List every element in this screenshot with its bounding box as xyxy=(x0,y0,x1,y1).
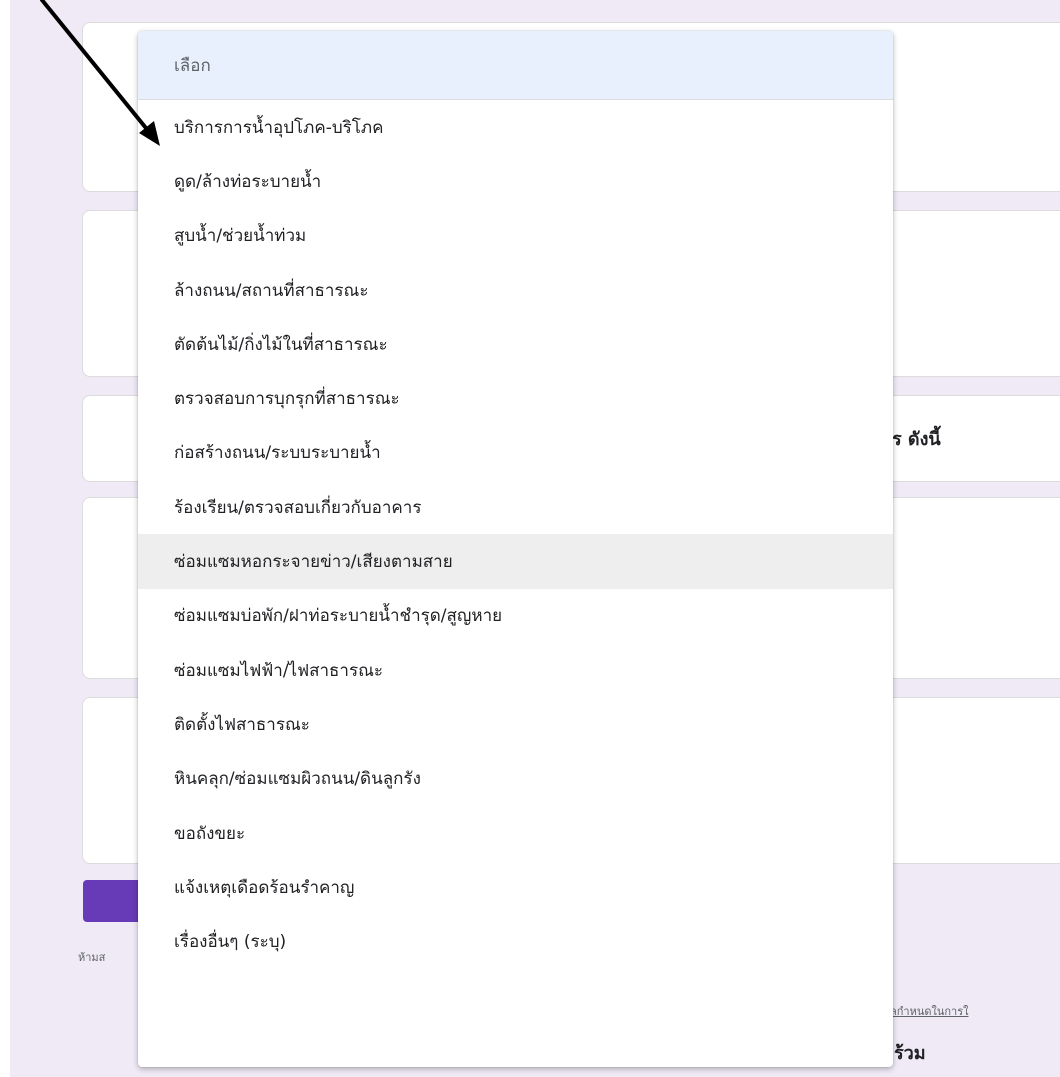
footer-terms-link[interactable]: ลกำหนดในการใ xyxy=(890,1002,969,1020)
dropdown-option[interactable]: ก่อสร้างถนน/ระบบระบายน้ำ xyxy=(138,426,893,480)
footer-disclaimer-text: ห้ามส xyxy=(78,951,106,964)
dropdown-option[interactable]: ขอถังขยะ xyxy=(138,806,893,860)
dropdown-option[interactable]: แจ้งเหตุเดือดร้อนรำคาญ xyxy=(138,860,893,914)
dropdown-option[interactable]: ซ่อมแซมไฟฟ้า/ไฟสาธารณะ xyxy=(138,643,893,697)
dropdown-option[interactable]: ติดตั้งไฟสาธารณะ xyxy=(138,697,893,751)
dropdown-option[interactable]: หินคลุก/ซ่อมแซมผิวถนน/ดินลูกรัง xyxy=(138,752,893,806)
dropdown-option[interactable]: เรื่องอื่นๆ (ระบุ) xyxy=(138,914,893,968)
footer-bottom-text: ร้วม xyxy=(894,1043,926,1064)
dropdown-option-hovered[interactable]: ซ่อมแซมหอกระจายข่าว/เสียงตามสาย xyxy=(138,534,893,589)
select-dropdown-menu[interactable]: เลือก บริการการน้ำอุปโภค-บริโภค ดูด/ล้าง… xyxy=(138,31,893,1067)
dropdown-option[interactable]: ร้องเรียน/ตรวจสอบเกี่ยวกับอาคาร xyxy=(138,480,893,534)
dropdown-option[interactable]: ดูด/ล้างท่อระบายน้ำ xyxy=(138,154,893,208)
annotation-arrow-icon xyxy=(40,0,160,146)
dropdown-option[interactable]: ตรวจสอบการบุกรุกที่สาธารณะ xyxy=(138,371,893,425)
dropdown-option[interactable]: ตัดต้นไม้/กิ่งไม้ในที่สาธารณะ xyxy=(138,317,893,371)
dropdown-option[interactable]: ซ่อมแซมบ่อพัก/ฝาท่อระบายน้ำชำรุด/สูญหาย xyxy=(138,589,893,643)
left-margin xyxy=(0,0,10,1077)
dropdown-placeholder-option[interactable]: เลือก xyxy=(138,31,893,100)
dropdown-option[interactable]: สูบน้ำ/ช่วยน้ำท่วม xyxy=(138,209,893,263)
question-card-3-text: ร ดังนี้ xyxy=(892,429,941,450)
dropdown-option[interactable]: บริการการน้ำอุปโภค-บริโภค xyxy=(138,100,893,154)
dropdown-option[interactable]: ล้างถนน/สถานที่สาธารณะ xyxy=(138,263,893,317)
